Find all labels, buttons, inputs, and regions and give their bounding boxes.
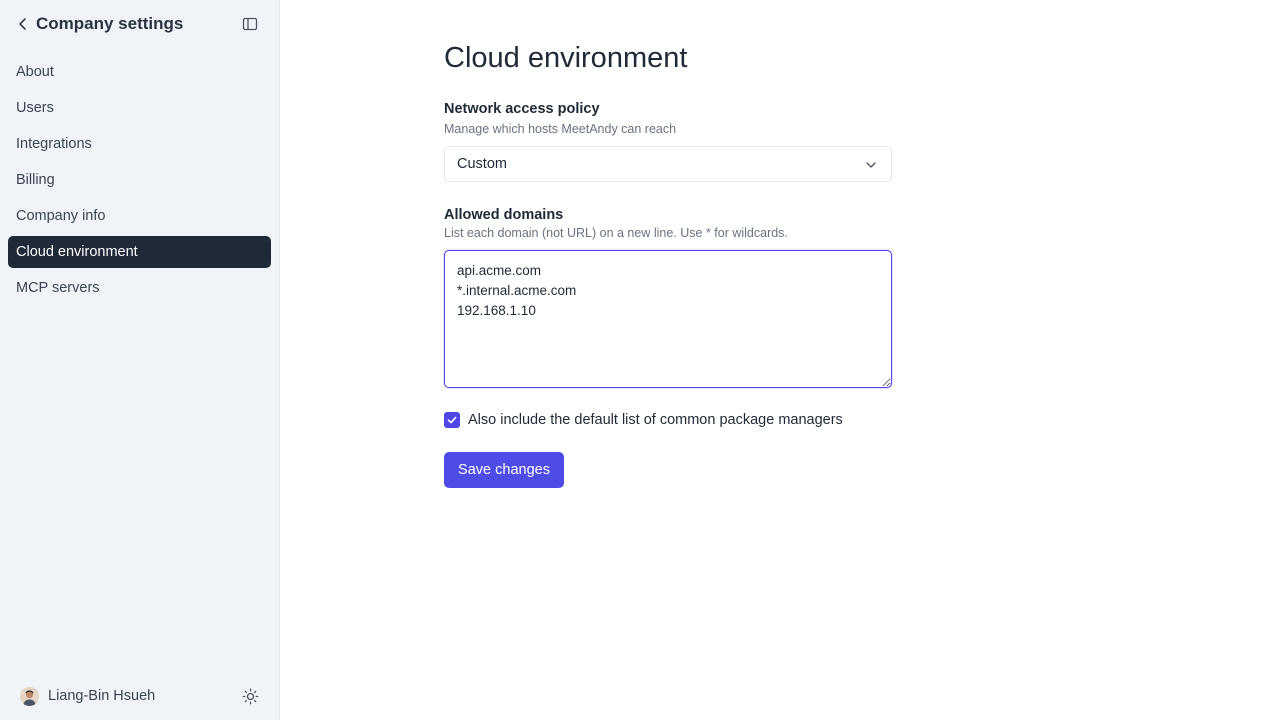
avatar[interactable] bbox=[20, 687, 39, 706]
chevron-left-icon bbox=[19, 18, 26, 30]
sidebar-item-cloud-environment[interactable]: Cloud environment bbox=[8, 236, 271, 268]
sidebar-toggle-button[interactable] bbox=[242, 16, 258, 32]
package-managers-label[interactable]: Also include the default list of common … bbox=[468, 412, 843, 428]
sidebar-footer: Liang-Bin Hsueh bbox=[0, 672, 280, 720]
sidebar-title: Company settings bbox=[36, 14, 184, 33]
sidebar-item-users[interactable]: Users bbox=[8, 92, 271, 124]
back-button[interactable] bbox=[16, 14, 30, 34]
app: Company settings About Users Integration… bbox=[0, 0, 1280, 720]
package-managers-option: Also include the default list of common … bbox=[444, 411, 843, 429]
sidebar-header: Company settings bbox=[0, 0, 280, 48]
package-managers-checkbox[interactable] bbox=[444, 412, 460, 428]
network-policy-select[interactable]: Custom bbox=[444, 146, 892, 182]
sun-icon bbox=[242, 688, 259, 705]
sidebar-item-mcp-servers[interactable]: MCP servers bbox=[8, 272, 271, 304]
network-policy-hint: Manage which hosts MeetAndy can reach bbox=[444, 122, 677, 136]
chevron-down-icon bbox=[866, 162, 876, 168]
user-name[interactable]: Liang-Bin Hsueh bbox=[48, 687, 155, 705]
sidebar-item-about[interactable]: About bbox=[8, 56, 271, 88]
sidebar-toggle-icon bbox=[242, 17, 258, 31]
check-icon bbox=[447, 416, 457, 424]
sidebar-item-company-info[interactable]: Company info bbox=[8, 200, 271, 232]
avatar-image bbox=[20, 687, 39, 706]
network-policy-value: Custom bbox=[457, 156, 507, 172]
theme-toggle-button[interactable] bbox=[242, 688, 259, 705]
sidebar-nav: About Users Integrations Billing Company… bbox=[8, 56, 271, 308]
sidebar-item-integrations[interactable]: Integrations bbox=[8, 128, 271, 160]
page-title: Cloud environment bbox=[444, 42, 688, 74]
network-policy-label: Network access policy bbox=[444, 101, 600, 117]
allowed-domains-hint: List each domain (not URL) on a new line… bbox=[444, 226, 788, 240]
sidebar-item-billing[interactable]: Billing bbox=[8, 164, 271, 196]
allowed-domains-label: Allowed domains bbox=[444, 207, 564, 223]
save-changes-button[interactable]: Save changes bbox=[444, 452, 564, 488]
sidebar: Company settings About Users Integration… bbox=[0, 0, 280, 720]
main-content: Cloud environment Network access policy … bbox=[280, 0, 1280, 720]
allowed-domains-textarea[interactable] bbox=[444, 250, 892, 388]
